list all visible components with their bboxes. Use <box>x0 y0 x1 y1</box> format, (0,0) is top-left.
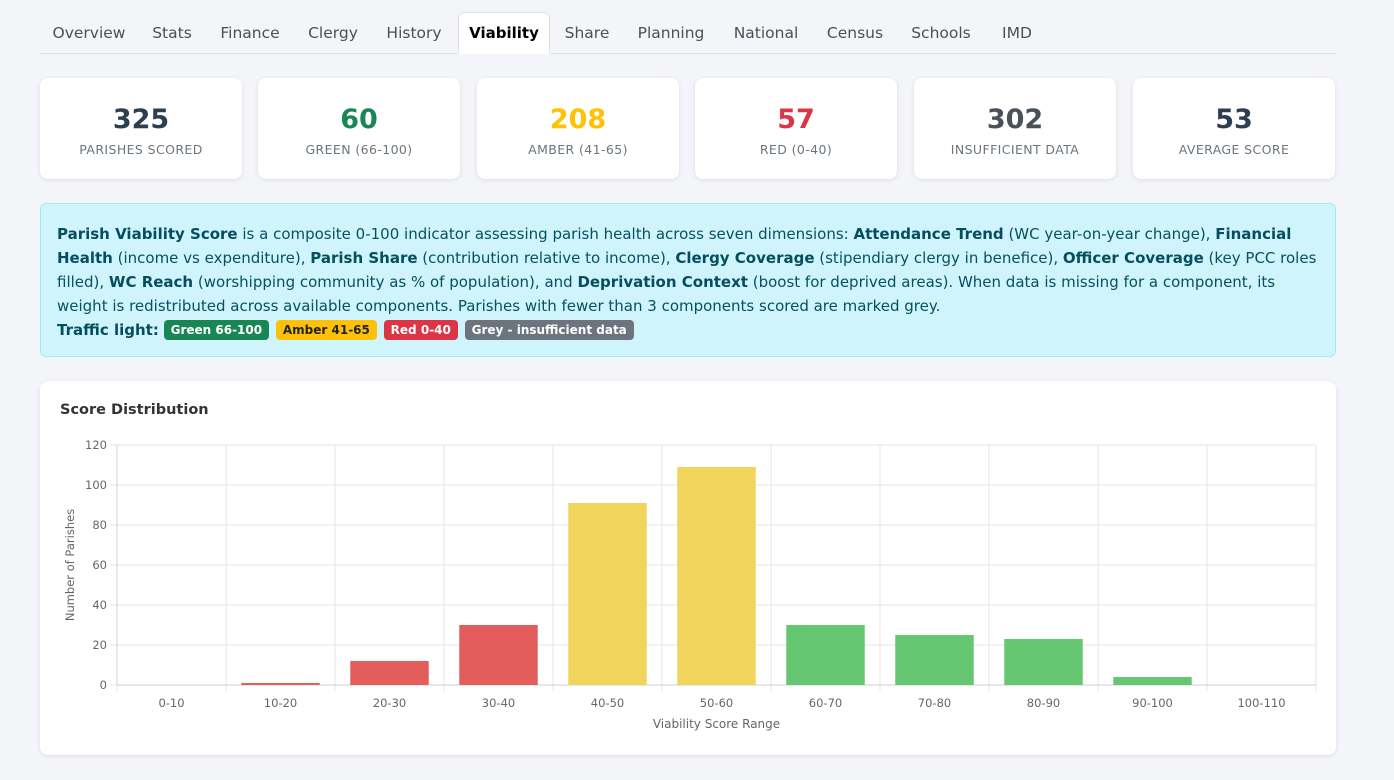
x-tick-label: 60-70 <box>809 696 842 710</box>
stat-label: Average Score <box>1178 142 1290 157</box>
viability-info-alert: Parish Viability Score is a composite 0-… <box>40 203 1336 357</box>
x-tick-label: 90-100 <box>1132 696 1173 710</box>
stat-value: 325 <box>112 104 170 135</box>
tab-history[interactable]: History <box>372 12 456 54</box>
stat-value: 60 <box>340 104 378 135</box>
bar-60-70 <box>786 625 865 685</box>
stat-card-average-score: 53 Average Score <box>1133 78 1335 179</box>
score-distribution-chart: 0 20 40 60 80 100 120 0-10 10-20 20-30 30-40 40-50 5… <box>63 438 1317 731</box>
y-tick-label: 120 <box>85 438 107 452</box>
y-tick-label: 100 <box>85 478 107 492</box>
bar-40-50 <box>568 503 647 685</box>
tab-stats[interactable]: Stats <box>138 12 206 54</box>
x-tick-label: 0-10 <box>158 696 184 710</box>
stat-card-green: 60 Green (66-100) <box>258 78 460 179</box>
y-tick-label: 80 <box>92 518 107 532</box>
stat-label: Green (66-100) <box>305 142 413 157</box>
stat-value: 208 <box>549 104 607 135</box>
stat-label: Insufficient Data <box>950 142 1080 157</box>
badge-red: Red 0-40 <box>383 320 458 340</box>
tab-planning[interactable]: Planning <box>624 12 718 54</box>
stat-label: Amber (41-65) <box>528 142 628 157</box>
badge-grey: Grey - insufficient data <box>464 320 634 340</box>
stat-card-parishes-scored: 325 Parishes Scored <box>40 78 242 179</box>
x-tick-label: 40-50 <box>591 696 624 710</box>
y-axis-title: Number of Parishes <box>63 509 77 621</box>
bar-10-20 <box>241 683 320 685</box>
y-tick-label: 0 <box>100 678 107 692</box>
stat-label: Parishes Scored <box>79 142 203 157</box>
stat-card-amber: 208 Amber (41-65) <box>477 78 679 179</box>
x-tick-label: 30-40 <box>482 696 515 710</box>
tab-clergy[interactable]: Clergy <box>294 12 372 54</box>
bar-80-90 <box>1004 639 1083 685</box>
tab-national[interactable]: National <box>718 12 814 54</box>
y-tick-label: 40 <box>92 598 107 612</box>
x-tick-label: 10-20 <box>264 696 297 710</box>
stat-card-insufficient-data: 302 Insufficient Data <box>914 78 1116 179</box>
tab-finance[interactable]: Finance <box>206 12 294 54</box>
badge-amber: Amber 41-65 <box>275 320 377 340</box>
bar-20-30 <box>350 661 429 685</box>
tab-census[interactable]: Census <box>814 12 896 54</box>
stat-card-red: 57 Red (0-40) <box>695 78 897 179</box>
score-distribution-card: Score Distribution 0 20 40 60 80 100 120 0-10 10… <box>40 381 1336 755</box>
stat-value: 302 <box>986 104 1044 135</box>
x-tick-label: 70-80 <box>918 696 951 710</box>
traffic-light-label: Traffic light: <box>57 321 159 339</box>
tab-imd[interactable]: IMD <box>986 12 1048 54</box>
x-tick-label: 100-110 <box>1237 696 1285 710</box>
tab-overview[interactable]: Overview <box>40 12 138 54</box>
stat-label: Red (0-40) <box>759 142 833 157</box>
bar-50-60 <box>677 467 756 685</box>
tab-share[interactable]: Share <box>550 12 624 54</box>
nav-tabs: Overview Stats Finance Clergy History Vi… <box>40 12 1336 54</box>
stat-value: 57 <box>777 104 815 135</box>
bar-90-100 <box>1113 677 1192 685</box>
traffic-light-legend: Traffic light: Green 66-100 Amber 41-65 … <box>57 318 1319 342</box>
y-tick-label: 60 <box>92 558 107 572</box>
info-title: Parish Viability Score <box>57 225 238 243</box>
badge-green: Green 66-100 <box>163 320 270 340</box>
x-tick-label: 20-30 <box>373 696 406 710</box>
stat-value: 53 <box>1215 104 1253 135</box>
x-tick-label: 80-90 <box>1027 696 1060 710</box>
bar-30-40 <box>459 625 538 685</box>
y-tick-label: 20 <box>92 638 107 652</box>
bar-70-80 <box>895 635 974 685</box>
tab-viability[interactable]: Viability <box>458 12 550 54</box>
x-tick-label: 50-60 <box>700 696 733 710</box>
info-description: Parish Viability Score is a composite 0-… <box>57 225 1317 315</box>
tab-schools[interactable]: Schools <box>896 12 986 54</box>
x-axis-title: Viability Score Range <box>653 717 780 731</box>
